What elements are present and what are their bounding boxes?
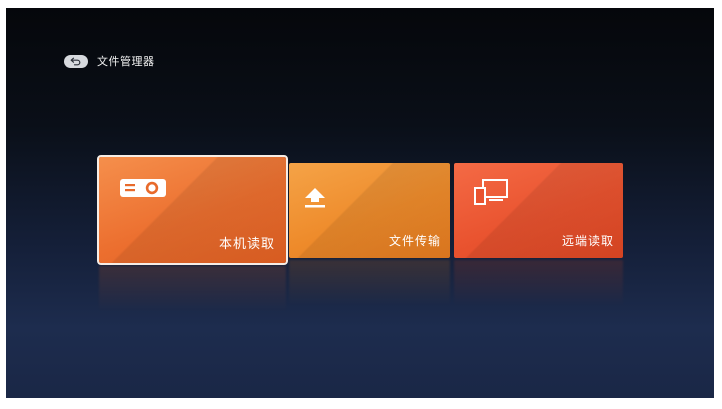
- upload-icon: [305, 188, 325, 208]
- back-arrow-icon: [70, 57, 81, 65]
- tile-remote-read[interactable]: 远端读取: [454, 163, 623, 258]
- tile-reflection: [454, 260, 623, 306]
- tile-reflection: [99, 266, 286, 312]
- tile-local-read[interactable]: 本机读取: [97, 155, 288, 265]
- screen: 文件管理器 本机读取 文件传输 远端读取: [6, 8, 714, 398]
- header: 文件管理器: [64, 52, 155, 70]
- tile-file-transfer[interactable]: 文件传输: [289, 163, 450, 258]
- projector-icon: [120, 179, 166, 197]
- back-button[interactable]: [64, 54, 88, 68]
- page-title: 文件管理器: [97, 55, 155, 68]
- multi-device-icon: [474, 179, 508, 205]
- tile-reflection: [289, 260, 450, 306]
- tile-label: 文件传输: [388, 234, 441, 248]
- tile-label: 远端读取: [561, 234, 614, 248]
- tile-label: 本机读取: [218, 237, 275, 252]
